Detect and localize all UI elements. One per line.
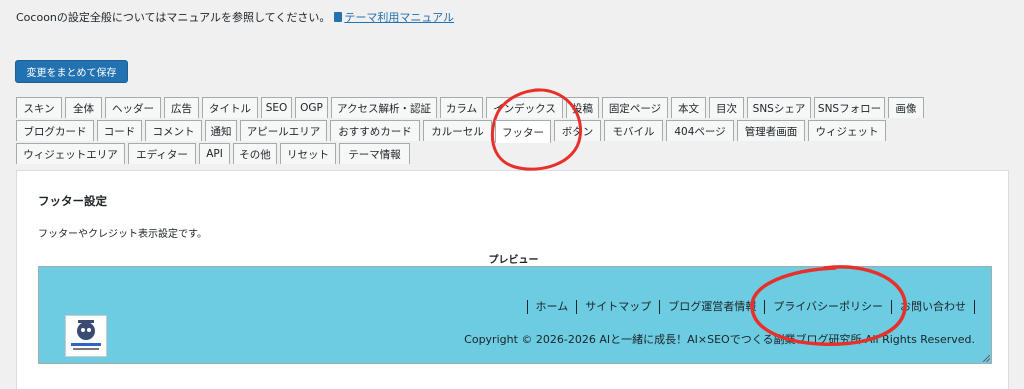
tab-ogp[interactable]: OGP [295,97,328,118]
copyright-text: Copyright © 2026-2026 AIと一緒に成長！AI×SEOでつく… [464,333,975,346]
tab-ads[interactable]: 広告 [164,97,199,118]
footer-menu-privacy[interactable]: プライバシーポリシー [764,300,891,314]
tab-row-1: スキン 全体 ヘッダー 広告 タイトル SEO OGP アクセス解析・認証 カラ… [16,97,991,119]
intro-text: Cocoonの設定全般についてはマニュアルを参照してください。 [16,11,331,24]
tab-skin[interactable]: スキン [16,97,62,118]
tab-reset[interactable]: リセット [280,143,336,164]
footer-settings-panel: フッター設定 フッターやクレジット表示設定です。 プレビュー ホーム サイトマッ… [16,170,1009,389]
tab-row-2: ブログカード コード コメント 通知 アピールエリア おすすめカード カルーセル… [16,120,991,143]
book-icon [334,12,343,22]
tab-column[interactable]: カラム [440,97,483,118]
tab-toc[interactable]: 目次 [709,97,744,118]
tab-recommended-card[interactable]: おすすめカード [330,120,420,141]
footer-menu: ホーム サイトマップ ブログ運営者情報 プライバシーポリシー お問い合わせ [526,300,975,314]
tab-404[interactable]: 404ページ [666,120,734,141]
tab-post[interactable]: 投稿 [566,97,599,118]
tab-appeal-area[interactable]: アピールエリア [240,120,327,141]
tab-api[interactable]: API [199,143,230,164]
tab-row-3: ウィジェットエリア エディター API その他 リセット テーマ情報 [16,143,991,165]
footer-menu-operator[interactable]: ブログ運営者情報 [659,300,764,314]
settings-tabs: スキン 全体 ヘッダー 広告 タイトル SEO OGP アクセス解析・認証 カラ… [16,97,991,166]
tab-footer[interactable]: フッター [495,120,551,143]
tab-editor[interactable]: エディター [128,143,196,164]
tab-carousel[interactable]: カルーセル [423,120,492,141]
tab-image[interactable]: 画像 [888,97,924,118]
tab-analytics[interactable]: アクセス解析・認証 [331,97,437,118]
tab-body[interactable]: 本文 [671,97,706,118]
tab-page[interactable]: 固定ページ [602,97,668,118]
footer-menu-home[interactable]: ホーム [526,300,577,314]
tab-other[interactable]: その他 [233,143,277,164]
tab-widget[interactable]: ウィジェット [808,120,886,141]
manual-link-label[interactable]: テーマ利用マニュアル [344,11,454,24]
footer-menu-contact[interactable]: お問い合わせ [891,300,975,314]
intro-text-line: Cocoonの設定全般についてはマニュアルを参照してください。 テーマ利用マニュア… [16,9,454,25]
tab-widget-area[interactable]: ウィジェットエリア [16,143,125,164]
tab-notice[interactable]: 通知 [205,120,237,141]
tab-admin-screen[interactable]: 管理者画面 [737,120,805,141]
save-all-button[interactable]: 変更をまとめて保存 [15,60,128,83]
site-logo [65,315,107,357]
panel-title: フッター設定 [38,194,107,208]
tab-sns-share[interactable]: SNSシェア [747,97,811,118]
tab-general[interactable]: 全体 [65,97,102,118]
footer-preview: ホーム サイトマップ ブログ運営者情報 プライバシーポリシー お問い合わせ Co… [38,266,992,364]
tab-blogcard[interactable]: ブログカード [16,120,94,141]
resize-handle[interactable] [983,355,990,362]
tab-title[interactable]: タイトル [202,97,258,118]
footer-menu-sitemap[interactable]: サイトマップ [576,300,659,314]
tab-code[interactable]: コード [97,120,142,141]
tab-header[interactable]: ヘッダー [105,97,161,118]
panel-description: フッターやクレジット表示設定です。 [38,229,207,240]
tab-comment[interactable]: コメント [145,120,202,141]
preview-label: プレビュー [488,255,539,266]
tab-seo[interactable]: SEO [261,97,292,118]
tab-mobile[interactable]: モバイル [604,120,663,141]
tab-theme-info[interactable]: テーマ情報 [339,143,410,164]
tab-button[interactable]: ボタン [554,120,601,141]
tab-index[interactable]: インデックス [486,97,563,118]
manual-link[interactable]: テーマ利用マニュアル [334,11,454,24]
tab-sns-follow[interactable]: SNSフォロー [814,97,885,118]
